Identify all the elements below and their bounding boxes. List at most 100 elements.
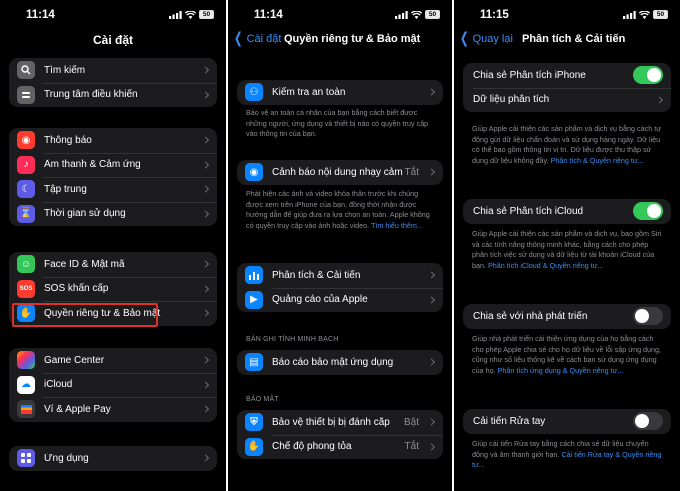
share-icloud-analytics-toggle[interactable] (633, 202, 663, 221)
settings-item-control-center[interactable]: Trung tâm điều khiển (9, 82, 217, 108)
settings-item-face-id[interactable]: ☺ Face ID & Mật mã (9, 252, 217, 277)
back-button[interactable]: ❮ Cài đặt (232, 30, 282, 47)
settings-item-screen-time[interactable]: ⌛ Thời gian sử dụng (9, 201, 217, 227)
chevron-right-icon (201, 381, 210, 389)
icloud-analytics-description: Giúp Apple cải thiện các sản phẩm và dịc… (472, 229, 662, 271)
wifi-icon (411, 10, 422, 19)
people-icon: ⚇ (245, 83, 263, 102)
security-group: ⛨ Bảo vệ thiết bị bị đánh cắp Bật ✋ Chế đ… (237, 410, 443, 459)
apple-ads-label: Quảng cáo của Apple (272, 294, 368, 306)
control-center-icon (17, 85, 35, 104)
toggle-knob (635, 414, 649, 429)
lockdown-value: Tắt (404, 441, 419, 453)
hourglass-icon: ⌛ (17, 204, 35, 223)
settings-item-label: Ứng dụng (44, 452, 89, 464)
sensitive-content-item[interactable]: ◉ Cảnh báo nội dung nhạy cảm Tắt (237, 160, 443, 185)
share-with-developers-row: Chia sẻ với nhà phát triển (463, 304, 671, 329)
toggle-knob (647, 204, 661, 219)
settings-item-label: Tập trung (44, 183, 87, 195)
signal-icon (623, 10, 636, 19)
handwashing-row: Cải tiến Rửa tay (463, 409, 671, 434)
chevron-right-icon (427, 88, 436, 96)
lockdown-label: Chế độ phong tỏa (272, 441, 352, 453)
chevron-right-icon (427, 168, 436, 176)
transparency-group: ▤ Báo cáo bảo mật ứng dụng (237, 350, 443, 375)
settings-item-privacy[interactable]: ✋ Quyền riêng tư & Bảo mật (9, 301, 217, 326)
megaphone-icon: ▶ (245, 290, 263, 309)
report-icon: ▤ (245, 353, 263, 372)
share-icloud-analytics-label: Chia sẻ Phân tích iCloud (473, 205, 584, 217)
app-analytics-privacy-link[interactable]: Phân tích ứng dụng & Quyền riêng tư... (498, 366, 624, 375)
iphone-analytics-privacy-link[interactable]: Phân tích & Quyền riêng tư... (551, 156, 644, 165)
settings-item-label: Face ID & Mật mã (44, 258, 125, 270)
settings-group-security: ☺ Face ID & Mật mã SOS SOS khẩn cấp ✋ Qu… (9, 252, 217, 326)
toggle-knob (647, 68, 661, 83)
apple-ads-item[interactable]: ▶ Quảng cáo của Apple (237, 287, 443, 313)
status-time: 11:14 (254, 9, 283, 21)
bar-chart-icon (245, 266, 263, 285)
chevron-right-icon (427, 358, 436, 366)
chevron-right-icon (201, 136, 210, 144)
settings-item-label: Âm thanh & Cảm ứng (44, 159, 141, 171)
signal-icon (395, 10, 408, 19)
settings-group-services: Game Center ☁ iCloud Ví & Apple Pay (9, 348, 217, 422)
sos-icon: SOS (17, 279, 35, 298)
settings-item-game-center[interactable]: Game Center (9, 348, 217, 373)
safety-check-group: ⚇ Kiểm tra an toàn (237, 80, 443, 105)
settings-group-apps: Ứng dụng (9, 446, 217, 471)
stolen-device-protection-item[interactable]: ⛨ Bảo vệ thiết bị bị đánh cắp Bật (237, 410, 443, 435)
developer-sharing-description: Giúp nhà phát triển cải thiện ứng dụng c… (472, 334, 662, 376)
icloud-analytics-privacy-link[interactable]: Phân tích iCloud & Quyền riêng tư... (488, 261, 603, 270)
settings-item-notifications[interactable]: ◉ Thông báo (9, 128, 217, 153)
handwashing-toggle[interactable] (633, 412, 663, 431)
settings-item-wallet[interactable]: Ví & Apple Pay (9, 397, 217, 422)
settings-item-label: Tìm kiếm (44, 64, 86, 76)
chevron-right-icon (201, 66, 210, 74)
analytics-data-item[interactable]: Dữ liệu phân tích (463, 87, 671, 113)
share-iphone-analytics-toggle[interactable] (633, 66, 663, 85)
page-title: Cài đặt (92, 33, 133, 47)
analytics-improvements-item[interactable]: Phân tích & Cải tiến (237, 263, 443, 288)
back-button-label: Quay lại (472, 33, 513, 45)
settings-item-label: Quyền riêng tư & Bảo mật (44, 307, 161, 319)
chevron-right-icon (201, 405, 210, 413)
safety-check-item[interactable]: ⚇ Kiểm tra an toàn (237, 80, 443, 105)
settings-item-icloud[interactable]: ☁ iCloud (9, 372, 217, 398)
learn-more-link[interactable]: Tìm hiểu thêm... (371, 221, 423, 230)
sensitive-content-value: Tắt (404, 166, 419, 178)
app-privacy-report-label: Báo cáo bảo mật ứng dụng (272, 356, 394, 368)
share-with-developers-label: Chia sẻ với nhà phát triển (473, 310, 588, 322)
hand-icon: ✋ (17, 304, 35, 323)
settings-item-search[interactable]: Tìm kiếm (9, 58, 217, 83)
chevron-right-icon (427, 296, 436, 304)
chevron-right-icon (427, 443, 436, 451)
settings-item-apps[interactable]: Ứng dụng (9, 446, 217, 471)
settings-item-label: Trung tâm điều khiển (44, 89, 138, 101)
handwashing-group: Cải tiến Rửa tay (463, 409, 671, 434)
settings-item-sos[interactable]: SOS SOS khẩn cấp (9, 276, 217, 302)
settings-item-label: Ví & Apple Pay (44, 403, 111, 415)
settings-item-label: iCloud (44, 379, 73, 391)
lockdown-mode-item[interactable]: ✋ Chế độ phong tỏa Tắt (237, 434, 443, 460)
analytics-improvements-screen: 11:15 50 ❮ Quay lại Phân tích & Cải tiến … (454, 0, 680, 491)
settings-group-search: Tìm kiếm Trung tâm điều khiển (9, 58, 217, 107)
page-title: Quyền riêng tư & Bảo mật (284, 33, 421, 45)
transparency-header: BẢN GHI TÍNH MINH BẠCH (246, 336, 339, 343)
search-icon (17, 61, 35, 80)
settings-item-sounds[interactable]: ♪ Âm thanh & Cảm ứng (9, 152, 217, 178)
chevron-left-icon: ❮ (459, 30, 469, 47)
game-center-icon (17, 351, 35, 370)
back-button[interactable]: ❮ Quay lại (458, 30, 513, 47)
app-privacy-report-item[interactable]: ▤ Báo cáo bảo mật ứng dụng (237, 350, 443, 375)
signal-icon (169, 10, 182, 19)
chevron-left-icon: ❮ (233, 30, 243, 47)
battery-icon: 50 (425, 10, 440, 19)
stolen-device-label: Bảo vệ thiết bị bị đánh cắp (272, 416, 390, 428)
settings-item-focus[interactable]: ☾ Tập trung (9, 177, 217, 202)
analytics-label: Phân tích & Cải tiến (272, 269, 361, 281)
chevron-right-icon (201, 285, 210, 293)
share-with-developers-toggle[interactable] (633, 307, 663, 326)
iphone-analytics-description: Giúp Apple cải thiện các sản phẩm và dịc… (472, 124, 662, 166)
handwashing-description: Giúp cải tiến Rửa tay bằng cách chia sẻ … (472, 439, 662, 471)
share-iphone-analytics-row: Chia sẻ Phân tích iPhone (463, 63, 671, 88)
